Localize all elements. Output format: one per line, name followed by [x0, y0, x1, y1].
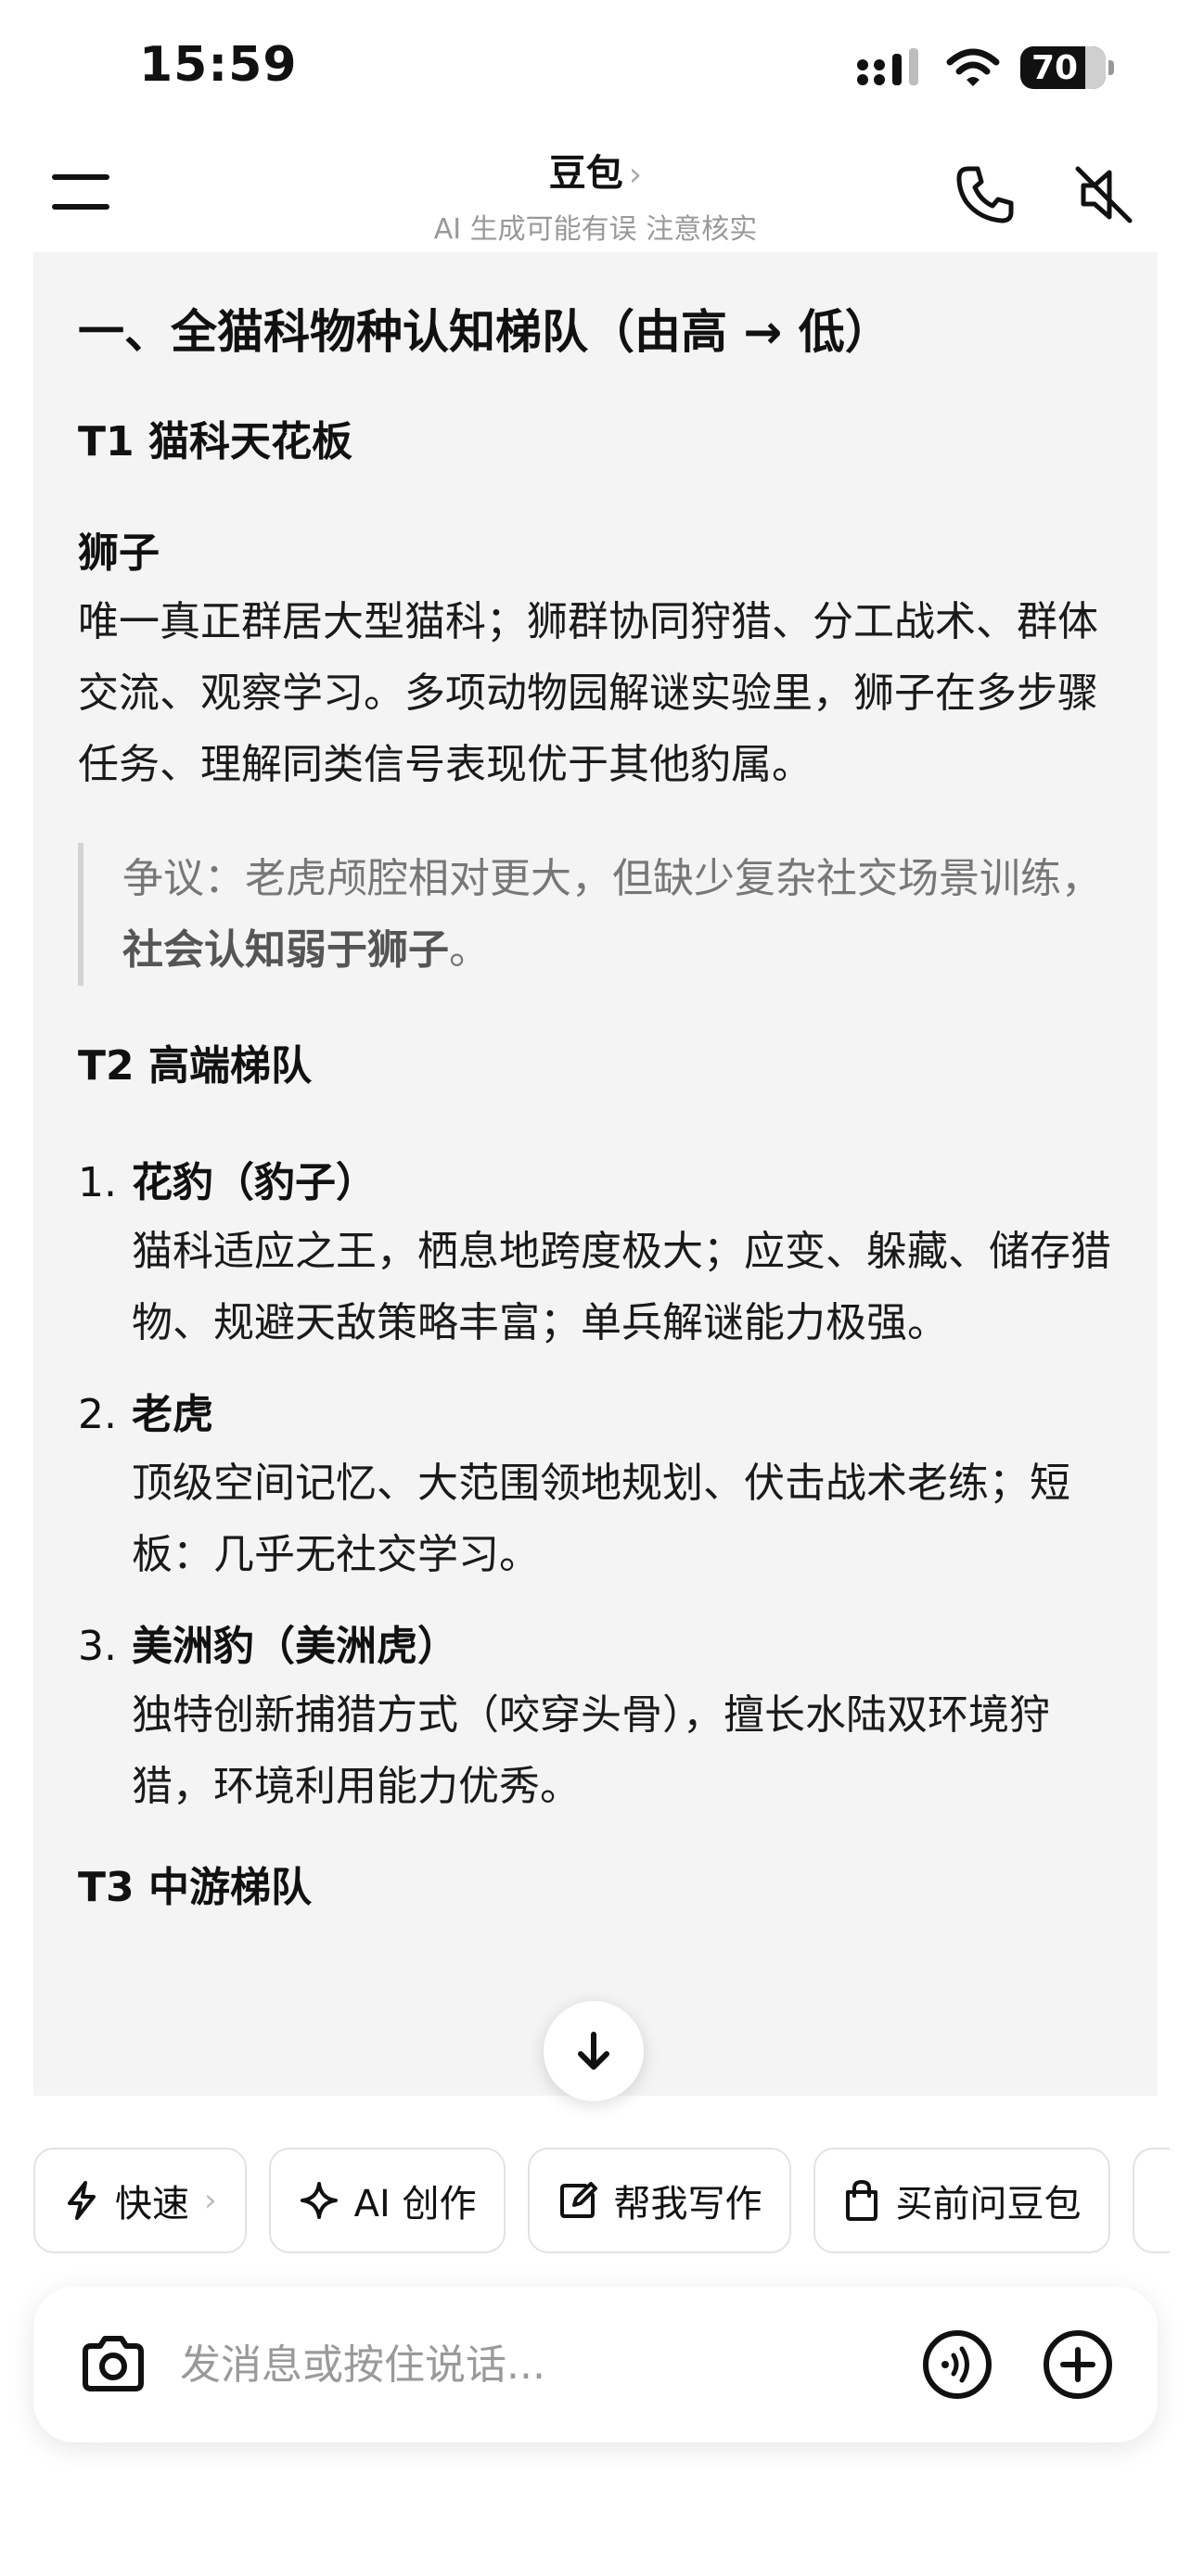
assistant-message: 一、全猫科物种认知梯队（由高 → 低） T1 猫科天花板 狮子 唯一真正群居大型…	[33, 252, 1158, 2096]
battery-indicator: 70	[1020, 46, 1114, 89]
list-item-name: 老虎	[132, 1391, 213, 1438]
chip-ask-before-buy[interactable]: 买前问豆包	[813, 2148, 1111, 2253]
ai-disclaimer: AI 生成可能有误 注意核实	[433, 213, 758, 246]
chip-more[interactable]	[1133, 2148, 1171, 2253]
sparkle-icon	[300, 2182, 338, 2219]
tier1-text: 唯一真正群居大型猫科；狮群协同狩猎、分工战术、群体交流、观察学习。多项动物园解谜…	[78, 598, 1098, 788]
chip-ai-create[interactable]: AI 创作	[268, 2148, 506, 2253]
edit-icon	[560, 2182, 598, 2218]
quote-end: 。	[449, 926, 490, 974]
list-item-desc: 顶级空间记忆、大范围领地规划、伏击战术老练；短板：几乎无社交学习。	[132, 1460, 1070, 1578]
list-item-desc: 独特创新捕猎方式（咬穿头骨），擅长水陆双环境狩猎，环境利用能力优秀。	[132, 1691, 1050, 1810]
chip-write[interactable]: 帮我写作	[528, 2148, 792, 2253]
tier1-subject: 狮子	[78, 529, 160, 577]
list-item-desc: 猫科适应之王，栖息地跨度极大；应变、躲藏、储存猎物、规避天敌策略丰富；单兵解谜能…	[132, 1228, 1111, 1346]
status-bar: 15:59 70	[0, 0, 1191, 139]
phone-call-icon[interactable]	[950, 159, 1020, 230]
quote-plain: 争议：老虎颅腔相对更大，但缺少复杂社交场景训练，	[122, 855, 1102, 902]
tier3-title: T3 中游梯队	[78, 1864, 312, 1911]
tier1-quote: 争议：老虎颅腔相对更大，但缺少复杂社交场景训练， 社会认知弱于狮子。	[78, 843, 1113, 986]
chip-label: 帮我写作	[613, 2183, 762, 2225]
list-item: 3. 美洲豹（美洲虎） 独特创新捕猎方式（咬穿头骨），擅长水陆双环境狩猎，环境利…	[78, 1614, 1113, 1822]
chat-header: 豆包 › AI 生成可能有误 注意核实	[0, 139, 1191, 250]
list-item: 2. 老虎 顶级空间记忆、大范围领地规划、伏击战术老练；短板：几乎无社交学习。	[78, 1383, 1113, 1590]
chevron-right-icon: ›	[628, 156, 643, 194]
section-heading: 一、全猫科物种认知梯队（由高 → 低）	[78, 305, 891, 359]
chip-fast[interactable]: 快速 ›	[33, 2148, 247, 2253]
arrow-down-icon	[578, 2032, 609, 2070]
wifi-icon	[946, 48, 1000, 86]
cellular-signal-icon	[857, 48, 918, 85]
chevron-right-icon: ›	[204, 2182, 217, 2219]
battery-level: 70	[1031, 48, 1079, 87]
bot-name-text: 豆包	[548, 152, 623, 195]
list-number: 1.	[78, 1159, 117, 1206]
menu-button[interactable]	[52, 169, 111, 215]
message-composer	[33, 2287, 1158, 2442]
chip-label: 买前问豆包	[895, 2183, 1082, 2225]
scroll-to-bottom-button[interactable]	[544, 2001, 644, 2101]
message-input[interactable]	[180, 2324, 903, 2405]
list-number: 3.	[78, 1623, 117, 1670]
list-item-name: 花豹（豹子）	[132, 1159, 377, 1206]
chip-label: AI 创作	[353, 2183, 477, 2225]
quick-actions: 快速 › AI 创作 帮我写作 买前问豆包	[33, 2148, 1171, 2253]
lightning-icon	[68, 2181, 96, 2220]
speaker-muted-icon[interactable]	[1069, 159, 1139, 230]
plus-icon[interactable]	[1041, 2327, 1115, 2402]
bot-name: 豆包 ›	[317, 143, 874, 197]
tier2-title: T2 高端梯队	[78, 1042, 312, 1090]
status-time: 15:59	[139, 37, 298, 93]
status-icons: 70	[855, 46, 1114, 89]
voice-call-icon[interactable]	[920, 2327, 994, 2402]
chip-label: 快速	[115, 2183, 189, 2225]
quote-bold: 社会认知弱于狮子	[122, 926, 449, 974]
shopping-bag-icon	[846, 2179, 878, 2221]
header-title-area[interactable]: 豆包 › AI 生成可能有误 注意核实	[317, 143, 874, 247]
tier1-title: T1 猫科天花板	[78, 418, 352, 465]
list-item-name: 美洲豹（美洲虎）	[132, 1623, 458, 1670]
list-item: 1. 花豹（豹子） 猫科适应之王，栖息地跨度极大；应变、躲藏、储存猎物、规避天敌…	[78, 1151, 1113, 1358]
list-number: 2.	[78, 1391, 117, 1438]
camera-icon[interactable]	[74, 2326, 152, 2404]
